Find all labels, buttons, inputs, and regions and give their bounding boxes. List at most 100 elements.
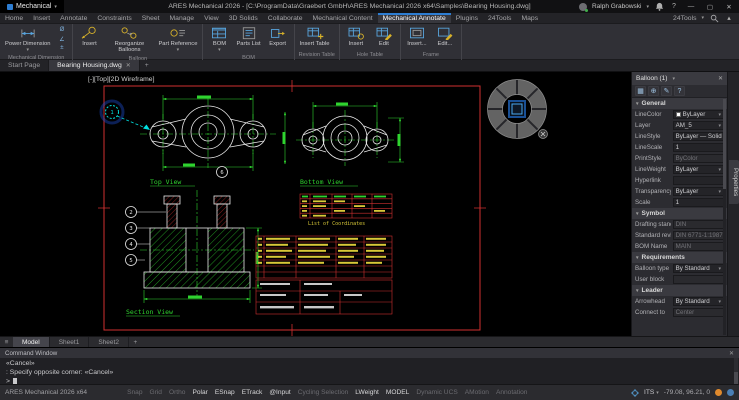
bom-button[interactable]: BOM ▾ bbox=[206, 25, 232, 54]
toggle-etrack[interactable]: ETrack bbox=[242, 389, 263, 396]
scale-field[interactable]: 1 bbox=[673, 198, 724, 207]
minimize-button[interactable]: — bbox=[684, 0, 698, 13]
linestyle-dropdown[interactable]: ByLayer — Solid line▾ bbox=[673, 132, 724, 141]
hyperlink-field[interactable] bbox=[673, 176, 724, 185]
wheel-close-button[interactable] bbox=[539, 130, 548, 139]
maximize-button[interactable]: ▢ bbox=[703, 0, 717, 13]
avatar[interactable] bbox=[579, 3, 587, 11]
quick-select-icon[interactable]: ▦ bbox=[635, 86, 646, 96]
doc-tab-bearing-housing[interactable]: Bearing Housing.dwg ✕ bbox=[49, 60, 140, 71]
palette-help-icon[interactable]: ? bbox=[674, 86, 685, 96]
tolerance-dimension-icon[interactable]: ± bbox=[54, 44, 69, 52]
palette-header[interactable]: Balloon (1) ▾ ✕ bbox=[632, 72, 727, 85]
toggle-input[interactable]: @Input bbox=[269, 389, 290, 396]
close-command-window-icon[interactable]: ✕ bbox=[729, 350, 734, 357]
doc-tab-start-page[interactable]: Start Page bbox=[0, 60, 49, 71]
user-chevron-icon[interactable]: ▾ bbox=[646, 4, 649, 10]
search-icon[interactable] bbox=[709, 13, 719, 23]
properties-side-tab[interactable]: Properties bbox=[729, 160, 739, 204]
insert-balloon-button[interactable]: Insert bbox=[76, 25, 102, 48]
selected-balloon[interactable]: 1 bbox=[101, 101, 150, 130]
tab-3d-solids[interactable]: 3D Solids bbox=[224, 13, 263, 23]
edit-frame-button[interactable]: Edit... bbox=[432, 25, 458, 48]
add-selection-icon[interactable]: ⊕ bbox=[648, 86, 659, 96]
transparency-dropdown[interactable]: ByLayer▾ bbox=[673, 187, 724, 196]
tab-24tools[interactable]: 24Tools bbox=[483, 13, 516, 23]
tab-constraints[interactable]: Constraints bbox=[92, 13, 136, 23]
app-menu-button[interactable]: Mechanical ▾ bbox=[0, 0, 64, 13]
toggle-annotation[interactable]: Annotation bbox=[496, 389, 528, 396]
navigation-wheel[interactable] bbox=[487, 79, 548, 139]
tab-home[interactable]: Home bbox=[0, 13, 28, 23]
tab-collaborate[interactable]: Collaborate bbox=[263, 13, 308, 23]
linecolor-dropdown[interactable]: ByLayer▾ bbox=[673, 110, 724, 119]
drawing-area[interactable]: Top View Bottom View Section View List o… bbox=[0, 72, 631, 336]
arrowhead-dropdown[interactable]: By Standard▾ bbox=[673, 297, 724, 306]
toggle-lweight[interactable]: LWeight bbox=[355, 389, 379, 396]
new-document-tab-button[interactable]: + bbox=[140, 60, 154, 71]
user-name[interactable]: Ralph Grabowski bbox=[592, 3, 642, 10]
toggle-cycling-selection[interactable]: Cycling Selection bbox=[298, 389, 349, 396]
toggle-polar[interactable]: Polar bbox=[192, 389, 207, 396]
sheet-tab-sheet1[interactable]: Sheet1 bbox=[50, 337, 90, 347]
insert-revision-table-button[interactable]: Insert Table bbox=[298, 25, 332, 48]
edit-hole-table-button[interactable]: Edit bbox=[371, 25, 397, 48]
balloon-type-dropdown[interactable]: By Standard▾ bbox=[673, 264, 724, 273]
toggle-esnap[interactable]: ESnap bbox=[215, 389, 235, 396]
part-reference-button[interactable]: Part Reference ▾ bbox=[156, 25, 199, 54]
toggle-grid[interactable]: Grid bbox=[150, 389, 162, 396]
toggle-snap[interactable]: Snap bbox=[127, 389, 142, 396]
diameter-dimension-icon[interactable]: Ø bbox=[54, 26, 69, 34]
edit-properties-icon[interactable]: ✎ bbox=[661, 86, 672, 96]
export-button[interactable]: Export bbox=[265, 25, 291, 48]
command-scrollbar[interactable] bbox=[734, 358, 738, 385]
power-dimension-button[interactable]: Power Dimension ▾ bbox=[3, 25, 52, 54]
parts-list-button[interactable]: Parts List bbox=[234, 25, 262, 48]
close-palette-icon[interactable]: ✕ bbox=[718, 75, 723, 82]
toggle-ortho[interactable]: Ortho bbox=[169, 389, 186, 396]
command-window-header[interactable]: Command Window ✕ bbox=[0, 348, 739, 358]
command-history[interactable]: «Cancel» : Specify opposite corner: «Can… bbox=[0, 358, 739, 385]
palette-scrollbar[interactable] bbox=[723, 99, 726, 335]
lineweight-dropdown[interactable]: ByLayer▾ bbox=[673, 165, 724, 174]
insert-hole-table-button[interactable]: Insert bbox=[343, 25, 369, 48]
tools-menu[interactable]: 24Tools bbox=[673, 15, 696, 22]
tab-insert[interactable]: Insert bbox=[28, 13, 55, 23]
reorganize-balloons-button[interactable]: Reorganize Balloons bbox=[104, 25, 154, 55]
close-tab-icon[interactable]: ✕ bbox=[126, 62, 131, 69]
linescale-field[interactable]: 1 bbox=[673, 143, 724, 152]
tab-maps[interactable]: Maps bbox=[516, 13, 543, 23]
help-icon[interactable]: ? bbox=[669, 2, 679, 12]
tab-view[interactable]: View bbox=[199, 13, 224, 23]
toggle-model[interactable]: MODEL bbox=[386, 389, 409, 396]
add-sheet-button[interactable]: + bbox=[129, 337, 142, 347]
property-row-standard-revision: Standard revisionDIN 6771-1:1987 bbox=[632, 230, 727, 241]
tab-mechanical-content[interactable]: Mechanical Content bbox=[308, 13, 378, 23]
tab-sheet[interactable]: Sheet bbox=[137, 13, 165, 23]
viewport-controls[interactable]: [-][Top][2D Wireframe] bbox=[88, 76, 154, 83]
tab-plugins[interactable]: Plugins bbox=[451, 13, 483, 23]
sheet-list-icon[interactable]: ≡ bbox=[0, 337, 13, 347]
close-button[interactable]: ✕ bbox=[722, 0, 736, 13]
units-mode-dropdown[interactable]: ITS▾ bbox=[644, 389, 659, 396]
section-leader[interactable]: ▾Leader bbox=[632, 285, 727, 296]
cloud-status-icon[interactable] bbox=[715, 389, 722, 396]
section-requirements[interactable]: ▾Requirements bbox=[632, 252, 727, 263]
notification-bell-icon[interactable] bbox=[654, 2, 664, 12]
feedback-icon[interactable] bbox=[727, 389, 734, 396]
section-symbol[interactable]: ▾Symbol bbox=[632, 208, 727, 219]
insert-frame-button[interactable]: Insert... bbox=[404, 25, 430, 48]
chevron-down-icon[interactable]: ▾ bbox=[672, 76, 675, 82]
tab-mechanical-annotate[interactable]: Mechanical Annotate bbox=[378, 13, 451, 23]
sheet-tab-model[interactable]: Model bbox=[13, 337, 50, 347]
tab-manage[interactable]: Manage bbox=[165, 13, 200, 23]
section-general[interactable]: ▾General bbox=[632, 98, 727, 109]
angle-dimension-icon[interactable]: ∠ bbox=[54, 35, 69, 43]
layer-dropdown[interactable]: AM_5▾ bbox=[673, 121, 724, 130]
toggle-dynamic-ucs[interactable]: Dynamic UCS bbox=[416, 389, 457, 396]
collapse-ribbon-icon[interactable]: ▴ bbox=[724, 13, 734, 23]
toggle-amotion[interactable]: AMotion bbox=[465, 389, 489, 396]
drawing-canvas[interactable]: Top View Bottom View Section View List o… bbox=[0, 72, 631, 336]
sheet-tab-sheet2[interactable]: Sheet2 bbox=[89, 337, 129, 347]
tab-annotate[interactable]: Annotate bbox=[55, 13, 92, 23]
